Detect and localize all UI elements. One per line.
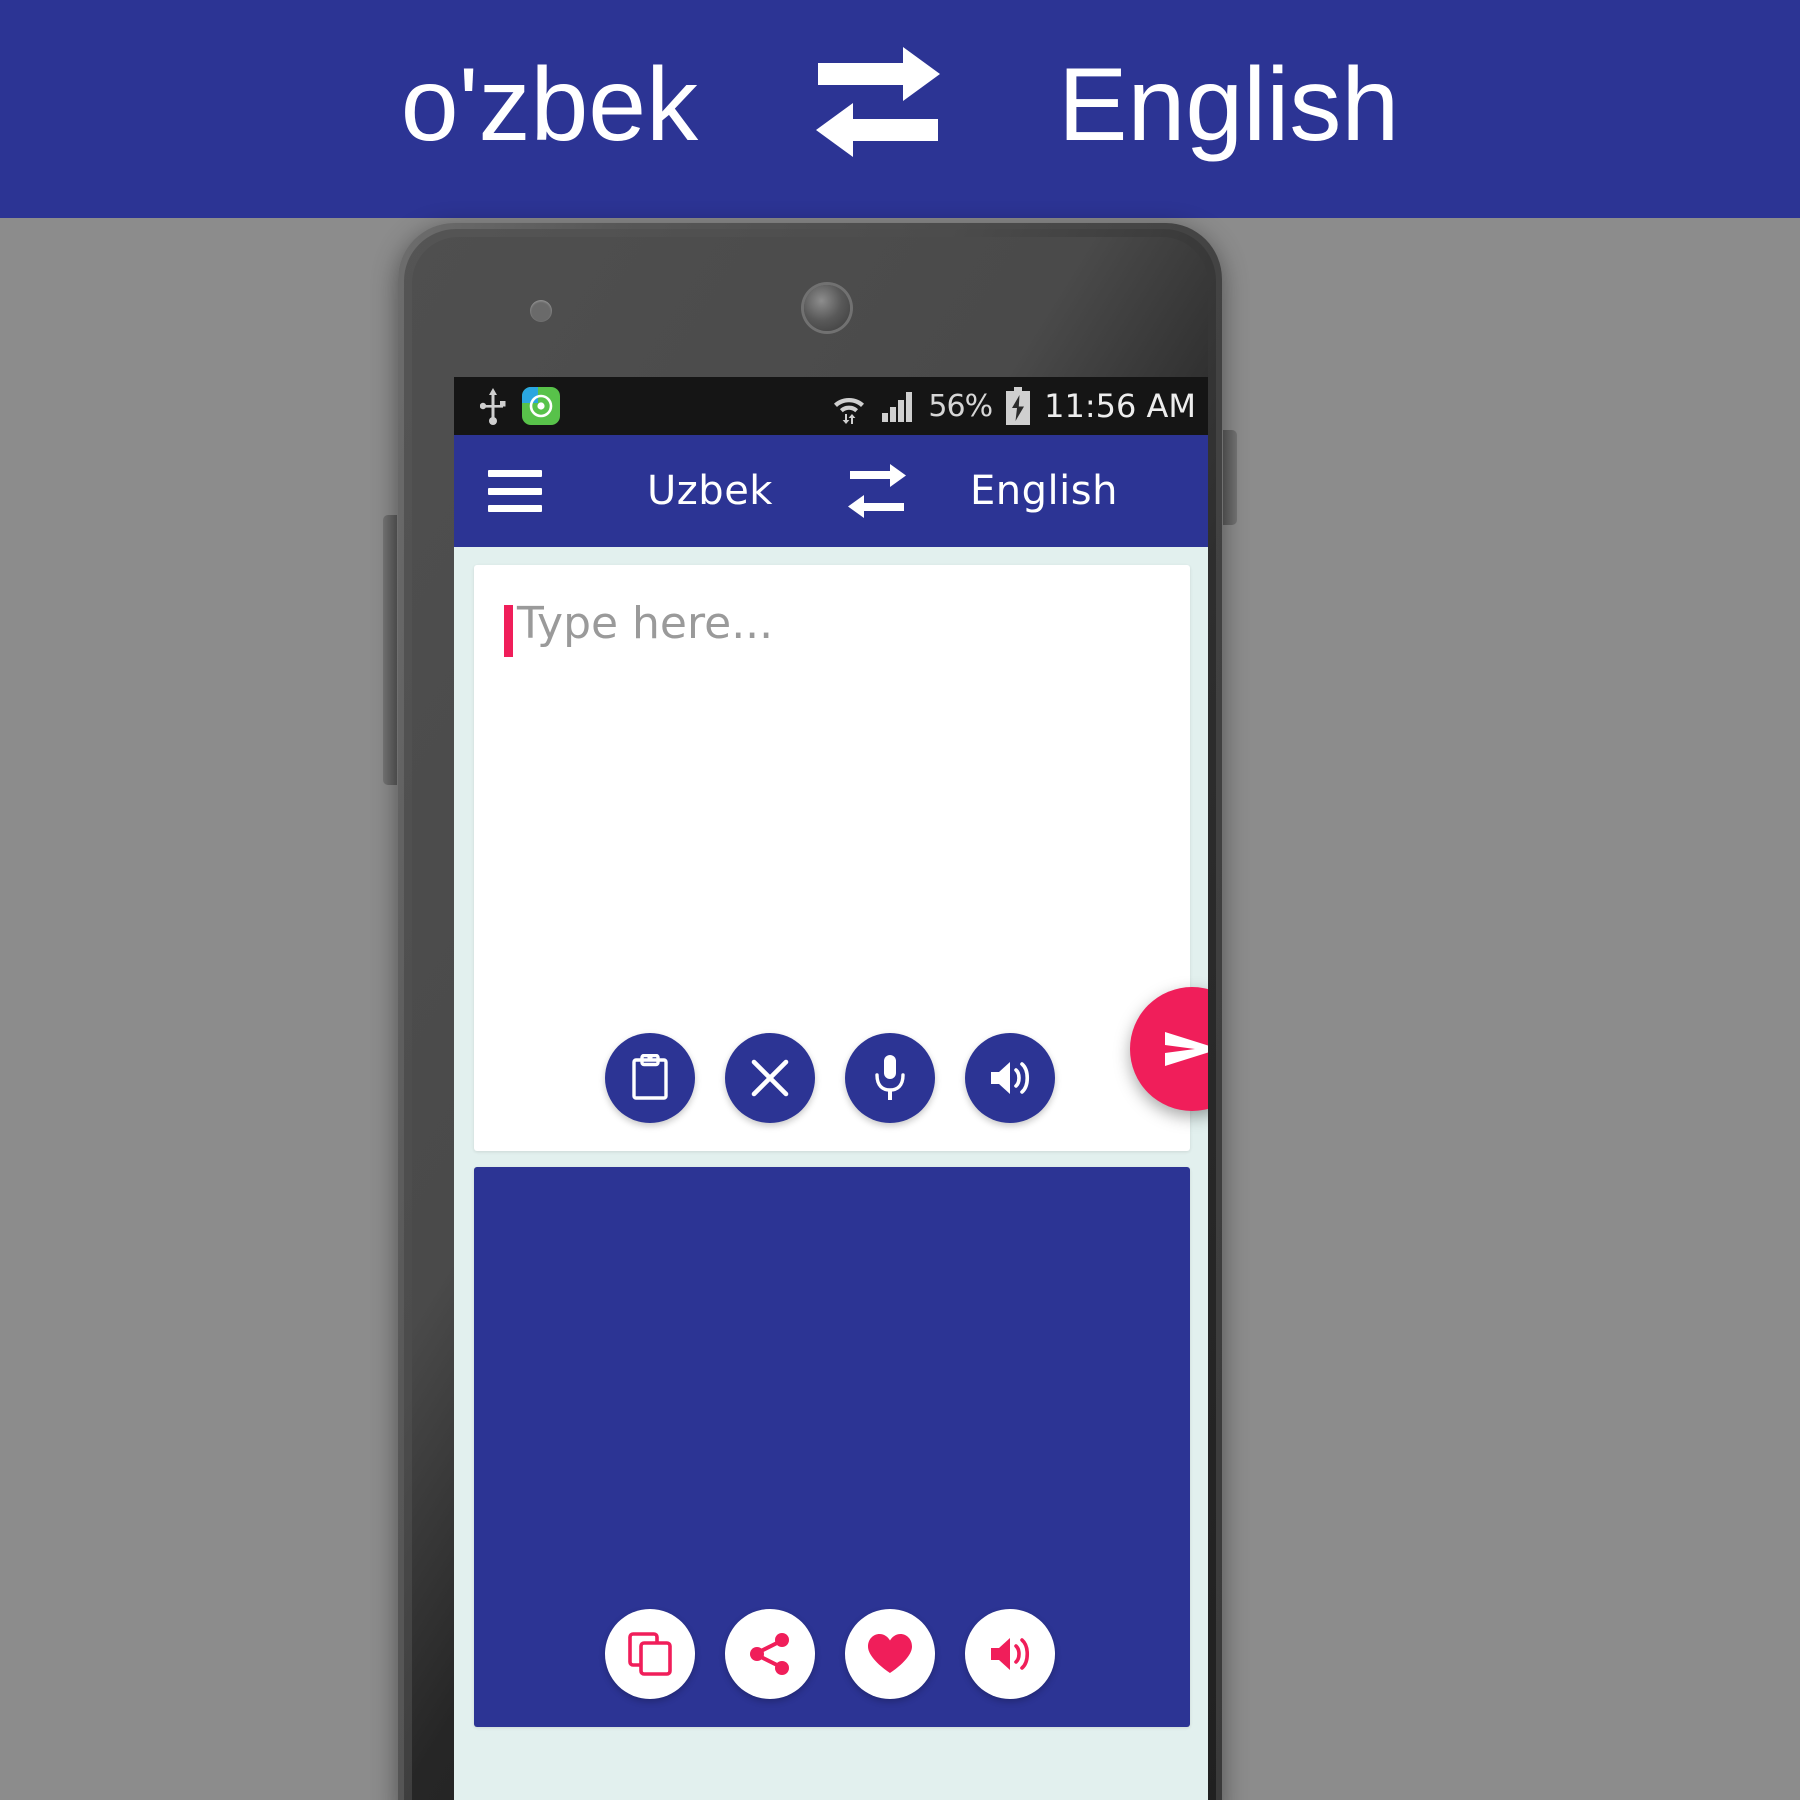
input-action-buttons	[474, 1033, 1190, 1123]
phone-volume-button	[383, 515, 397, 785]
swap-arrows-icon	[808, 45, 948, 165]
status-bar: 56% 11:56 AM	[454, 377, 1208, 435]
promo-banner: o'zbek English	[0, 0, 1800, 218]
favorite-button[interactable]	[845, 1609, 935, 1699]
copy-button[interactable]	[605, 1609, 695, 1699]
front-camera-icon	[804, 285, 850, 331]
speak-out-button[interactable]	[965, 1609, 1055, 1699]
app-notification-icon	[522, 387, 560, 425]
promo-source-language: o'zbek	[400, 47, 699, 163]
hamburger-menu-icon[interactable]	[488, 470, 542, 512]
usb-icon	[480, 386, 506, 426]
toolbar-source-language[interactable]: Uzbek	[578, 468, 842, 514]
paste-button[interactable]	[605, 1033, 695, 1123]
input-panel[interactable]: Type here...	[474, 565, 1190, 1151]
front-sensor-icon	[530, 300, 552, 322]
clipboard-icon	[628, 1054, 672, 1102]
speaker-icon	[987, 1633, 1033, 1675]
battery-charging-icon	[1005, 387, 1031, 425]
toolbar-target-language[interactable]: English	[912, 468, 1176, 514]
output-panel[interactable]	[474, 1167, 1190, 1727]
promo-target-language: English	[1058, 47, 1400, 163]
battery-percent: 56%	[928, 388, 993, 424]
mic-button[interactable]	[845, 1033, 935, 1123]
microphone-icon	[871, 1053, 909, 1103]
cellular-signal-icon	[881, 389, 915, 423]
phone-mockup: 56% 11:56 AM Uzbek English Type here...	[383, 215, 1237, 1800]
send-icon	[1161, 1023, 1208, 1075]
share-icon	[748, 1632, 792, 1676]
source-text-input[interactable]: Type here...	[504, 598, 1160, 657]
output-action-buttons	[474, 1609, 1190, 1699]
close-icon	[749, 1057, 791, 1099]
swap-languages-button[interactable]	[842, 461, 912, 521]
screenshot-root: o'zbek English 56% 11:56 AM Uzbek Englis…	[0, 0, 1800, 1800]
heart-icon	[866, 1632, 914, 1676]
speaker-icon	[987, 1057, 1033, 1099]
wifi-icon	[830, 387, 868, 425]
phone-screen: 56% 11:56 AM Uzbek English Type here...	[454, 377, 1208, 1800]
copy-icon	[627, 1631, 673, 1677]
phone-power-button	[1223, 430, 1237, 525]
clock-time: 11:56 AM	[1044, 387, 1196, 425]
share-button[interactable]	[725, 1609, 815, 1699]
text-caret	[504, 605, 513, 657]
input-placeholder: Type here...	[517, 598, 774, 649]
app-toolbar: Uzbek English	[454, 435, 1208, 547]
content-area: Type here...	[454, 547, 1208, 1800]
phone-glass: 56% 11:56 AM Uzbek English Type here...	[412, 237, 1208, 1800]
speak-button[interactable]	[965, 1033, 1055, 1123]
clear-button[interactable]	[725, 1033, 815, 1123]
